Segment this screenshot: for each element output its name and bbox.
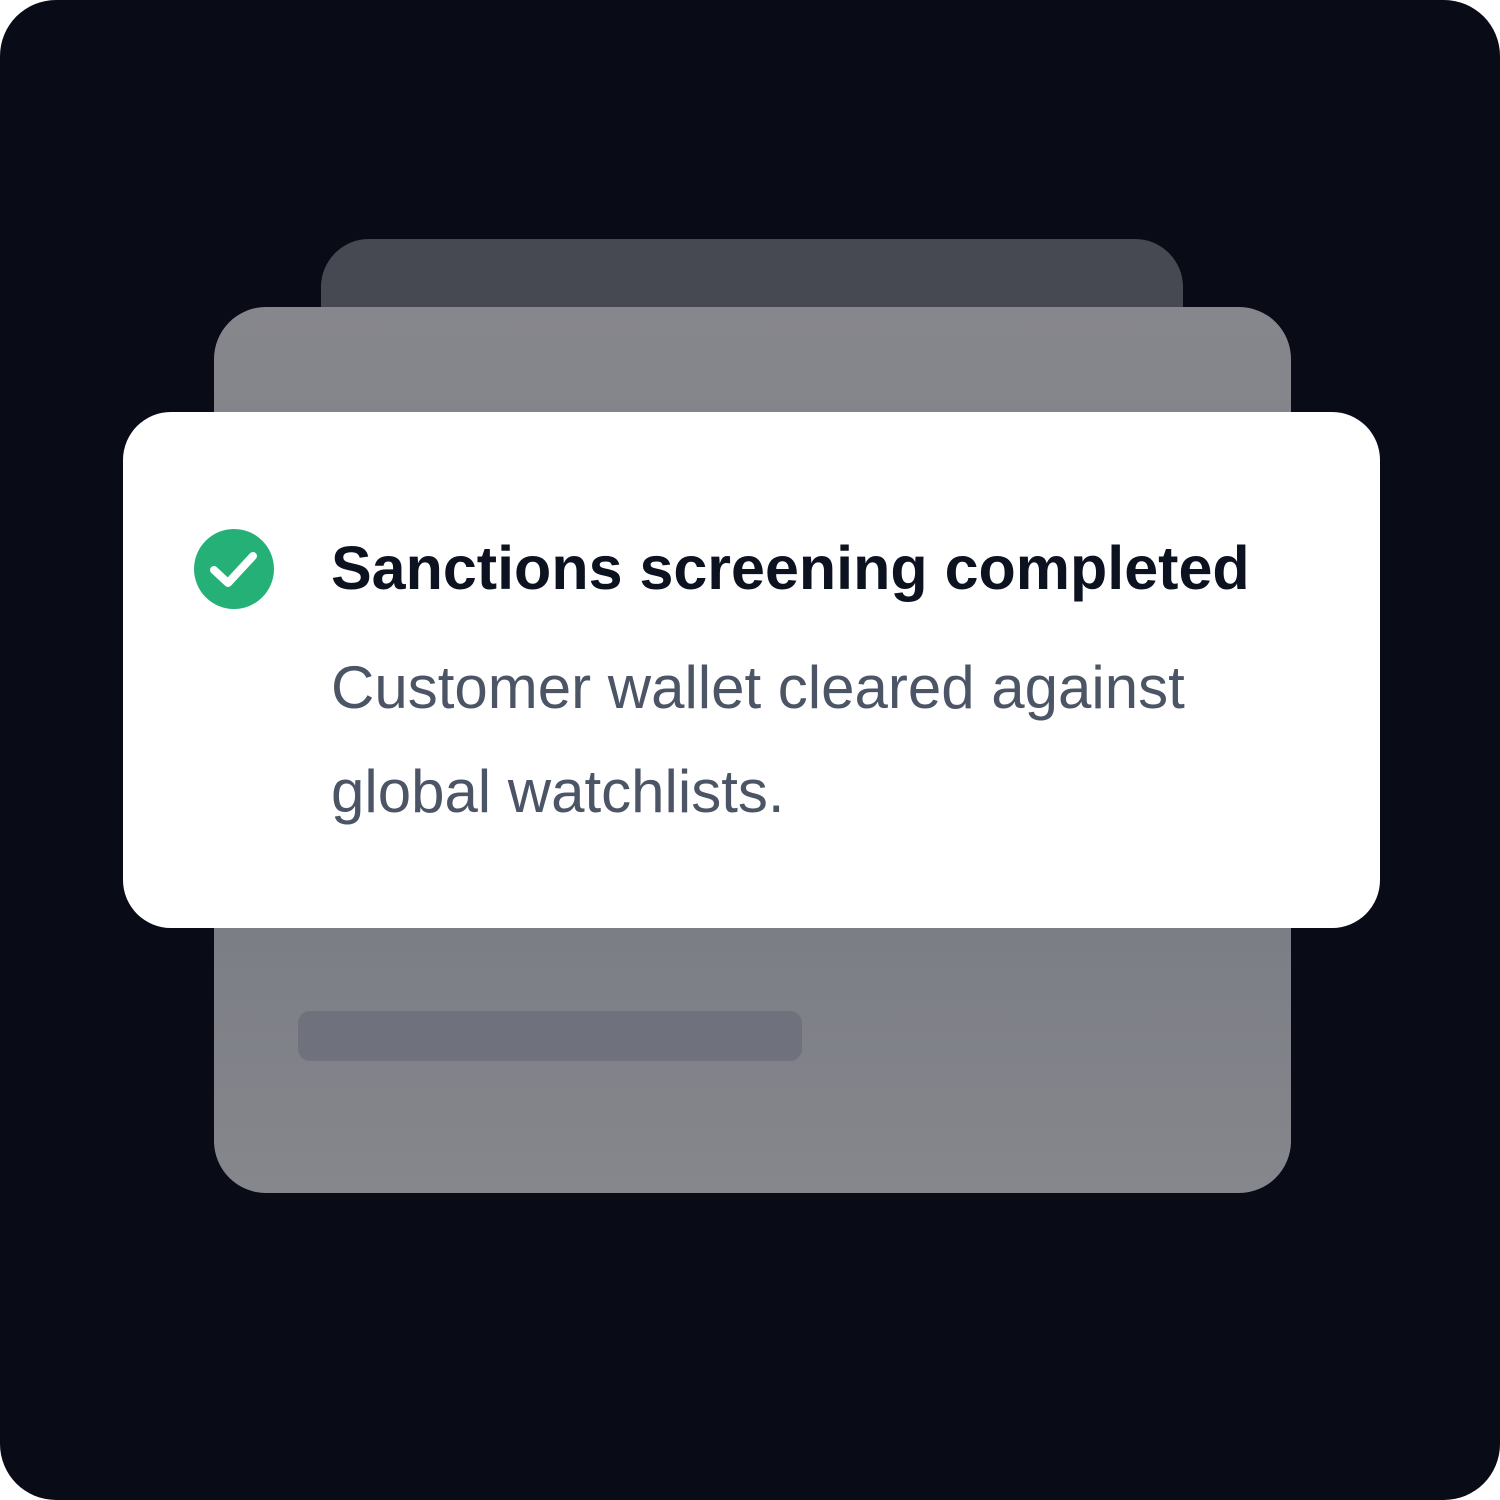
skeleton-placeholder-bar xyxy=(298,1011,802,1061)
check-circle-background xyxy=(194,529,274,609)
notification-message: Customer wallet cleared against global w… xyxy=(331,654,1185,825)
notification-toast[interactable]: Sanctions screening completed Customer w… xyxy=(123,412,1380,928)
notification-title: Sanctions screening completed xyxy=(331,534,1250,602)
check-circle-icon xyxy=(194,529,274,609)
screen-background: Sanctions screening completed Customer w… xyxy=(0,0,1500,1500)
